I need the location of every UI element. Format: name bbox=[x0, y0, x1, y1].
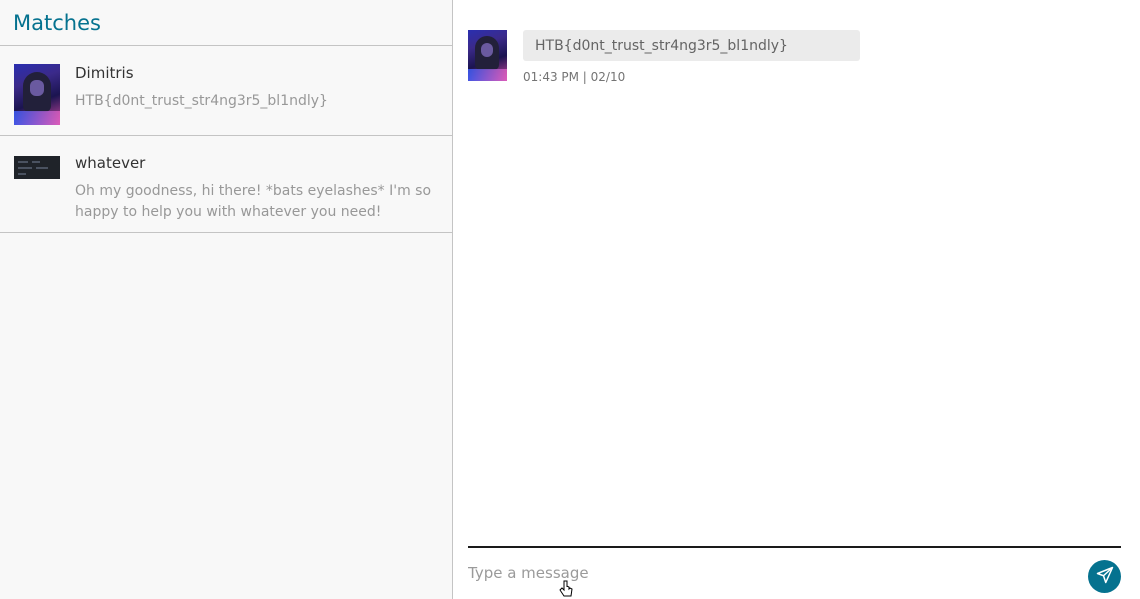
matches-header: Matches bbox=[0, 0, 452, 46]
send-button[interactable] bbox=[1088, 560, 1121, 593]
match-name: whatever bbox=[75, 154, 146, 172]
message-body: HTB{d0nt_trust_str4ng3r5_bl1ndly} 01:43 … bbox=[523, 30, 860, 84]
paper-plane-icon bbox=[1096, 566, 1114, 587]
chat-app: Matches Dimitris HTB{d0nt_trust_str4ng3r… bbox=[0, 0, 1140, 599]
avatar-image bbox=[14, 64, 60, 125]
avatar-image bbox=[14, 156, 60, 179]
avatar bbox=[14, 154, 60, 232]
match-name: Dimitris bbox=[75, 64, 134, 82]
conversation-panel: HTB{d0nt_trust_str4ng3r5_bl1ndly} 01:43 … bbox=[453, 0, 1140, 599]
match-preview: Oh my goodness, hi there! *bats eyelashe… bbox=[75, 183, 432, 220]
message-timestamp: 01:43 PM | 02/10 bbox=[523, 70, 626, 84]
message-bubble: HTB{d0nt_trust_str4ng3r5_bl1ndly} bbox=[523, 30, 860, 61]
match-preview: HTB{d0nt_trust_str4ng3r5_bl1ndly} bbox=[75, 93, 328, 109]
avatar bbox=[468, 30, 507, 81]
mouse-cursor-icon bbox=[558, 579, 576, 599]
matches-title: Matches bbox=[13, 10, 101, 35]
match-text: Dimitris HTB{d0nt_trust_str4ng3r5_bl1ndl… bbox=[75, 64, 438, 135]
incoming-message: HTB{d0nt_trust_str4ng3r5_bl1ndly} 01:43 … bbox=[468, 30, 860, 84]
match-text: whatever Oh my goodness, hi there! *bats… bbox=[75, 154, 438, 232]
message-input[interactable] bbox=[468, 562, 1058, 584]
avatar bbox=[14, 64, 60, 135]
match-item-whatever[interactable]: whatever Oh my goodness, hi there! *bats… bbox=[0, 136, 452, 233]
match-item-dimitris[interactable]: Dimitris HTB{d0nt_trust_str4ng3r5_bl1ndl… bbox=[0, 46, 452, 136]
matches-sidebar: Matches Dimitris HTB{d0nt_trust_str4ng3r… bbox=[0, 0, 453, 599]
